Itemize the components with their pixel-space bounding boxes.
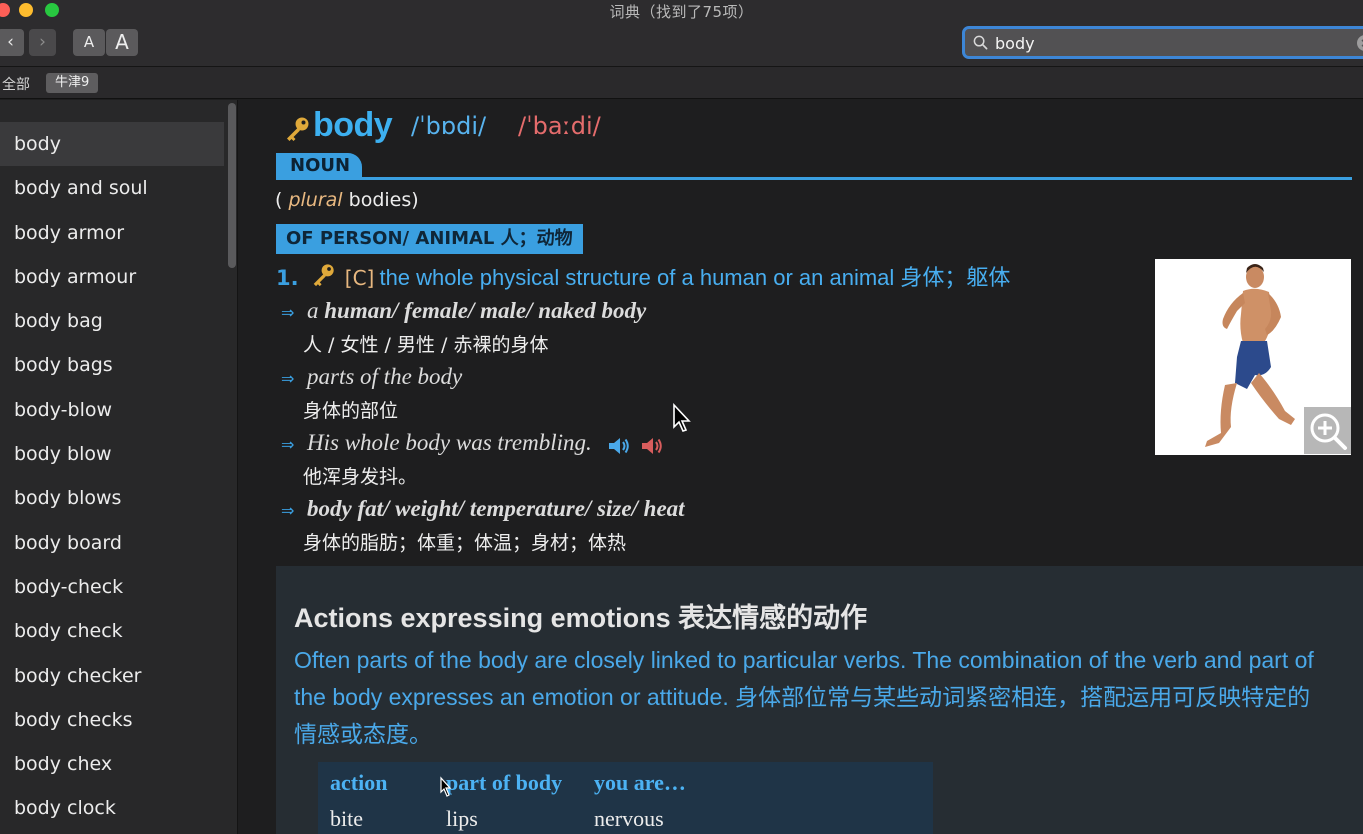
table-cell: nervous [594, 806, 664, 831]
example-pre: a [307, 298, 325, 323]
speaker-br-icon[interactable] [607, 435, 631, 457]
mouse-cursor-icon [673, 403, 691, 432]
window-title: 词典（找到了75项） [609, 3, 754, 21]
sidebar-item[interactable]: body bag [0, 299, 224, 343]
text-cursor-icon [440, 776, 452, 797]
sense-definition: the whole physical structure of a human … [379, 265, 1011, 290]
table-header: action [330, 770, 388, 795]
usage-table: action part of body you are… bite lips n… [318, 762, 933, 834]
sidebar-item[interactable]: body checker [0, 654, 224, 698]
table-cell: bite [330, 806, 363, 831]
entry-view: body /ˈbɒdi/ /ˈbaːdi/ NOUN ( plural bodi… [239, 100, 1363, 834]
pronunciation-british[interactable]: /ˈbɒdi/ [411, 112, 486, 140]
example-1: ⇒ a human/ female/ male/ naked body [281, 298, 646, 324]
sidebar-item[interactable]: body checks [0, 698, 224, 742]
sidebar-item[interactable]: body blows [0, 476, 224, 520]
plural-info: ( plural bodies) [275, 189, 419, 211]
usage-text: Often parts of the body are closely link… [294, 647, 1314, 747]
example-english: parts of the body [307, 364, 463, 389]
example-2-translation: 身体的部位 [303, 400, 399, 422]
sidebar-item[interactable]: body armour [0, 255, 224, 299]
example-english: body fat/ weight/ temperature/ size/ hea… [307, 496, 685, 521]
zoom-in-icon [1310, 413, 1347, 450]
part-of-speech-tab: NOUN [276, 153, 362, 179]
results-list: body body and soul body armor body armour bo… [0, 100, 237, 831]
headword: body [313, 106, 393, 144]
sidebar-item[interactable]: body blow [0, 432, 224, 476]
example-1-translation: 人 / 女性 / 男性 / 赤裸的身体 [303, 334, 549, 356]
search-icon [973, 35, 988, 50]
sidebar-item[interactable]: body board [0, 521, 224, 565]
back-icon: ‹ [7, 32, 14, 52]
example-arrow-icon: ⇒ [281, 435, 295, 454]
plural-open: ( [275, 189, 283, 211]
filter-dictionary-tag[interactable]: 牛津9 [46, 73, 99, 93]
example-4-translation: 身体的脂肪；体重；体温；身材；体热 [303, 532, 627, 554]
sidebar-scrollbar[interactable] [228, 103, 236, 268]
plural-form: bodies) [348, 189, 419, 211]
sidebar-item[interactable]: body chex [0, 742, 224, 786]
sidebar-item[interactable]: body and soul [0, 166, 224, 210]
filter-all[interactable]: 全部 [2, 74, 30, 94]
pos-divider [276, 177, 1352, 180]
table-header: part of body [446, 770, 563, 795]
forward-icon: › [39, 32, 46, 52]
sidebar-item[interactable]: body bags [0, 343, 224, 387]
back-button[interactable]: ‹ [0, 29, 24, 56]
entry-illustration[interactable] [1155, 259, 1351, 455]
sidebar-item[interactable]: body-blow [0, 388, 224, 432]
dictionary-filter-bar: 全部 牛津9 [0, 67, 1363, 99]
speaker-am-icon[interactable] [640, 435, 664, 457]
sense-category-tag: OF PERSON/ ANIMAL 人；动物 [276, 224, 583, 254]
usage-title: Actions expressing emotions 表达情感的动作 [294, 603, 868, 633]
example-arrow-icon: ⇒ [281, 369, 295, 388]
sidebar-item[interactable]: body-check [0, 565, 224, 609]
pronunciation-american[interactable]: /ˈbaːdi/ [518, 112, 601, 140]
font-larger-button[interactable]: A [106, 29, 138, 56]
search-field[interactable]: × [962, 26, 1363, 59]
sidebar-item[interactable]: body armor [0, 211, 224, 255]
example-4: ⇒ body fat/ weight/ temperature/ size/ he… [281, 496, 685, 522]
example-arrow-icon: ⇒ [281, 501, 295, 520]
zoom-button[interactable] [1304, 407, 1351, 454]
example-2: ⇒ parts of the body [281, 364, 462, 390]
plural-label: plural [288, 189, 343, 211]
example-3-translation: 他浑身发抖。 [303, 466, 418, 488]
window-titlebar: 词典（找到了75项） ‹ › A A × [0, 0, 1363, 67]
search-input[interactable] [995, 31, 1335, 55]
key-icon [287, 117, 309, 141]
sense-number: 1. [276, 266, 299, 290]
results-sidebar: body body and soul body armor body armour bo… [0, 100, 238, 834]
sidebar-item[interactable]: body [0, 122, 224, 167]
sidebar-item[interactable]: body check [0, 609, 224, 653]
font-smaller-button[interactable]: A [73, 29, 105, 56]
example-english: human/ female/ male/ naked body [324, 298, 647, 323]
example-3: ⇒ His whole body was trembling. [281, 430, 664, 457]
example-english: His whole body was trembling. [307, 430, 592, 455]
key-icon [313, 264, 334, 287]
table-header: you are… [594, 770, 686, 795]
table-cell: lips [446, 806, 478, 831]
forward-button[interactable]: › [29, 29, 56, 56]
example-arrow-icon: ⇒ [281, 303, 295, 322]
clear-icon[interactable]: × [1357, 35, 1363, 51]
sidebar-item[interactable]: body clock [0, 786, 224, 830]
grammar-code: [C] [344, 266, 375, 290]
sense-1: 1. [C] the whole physical structure of a… [276, 260, 1010, 292]
